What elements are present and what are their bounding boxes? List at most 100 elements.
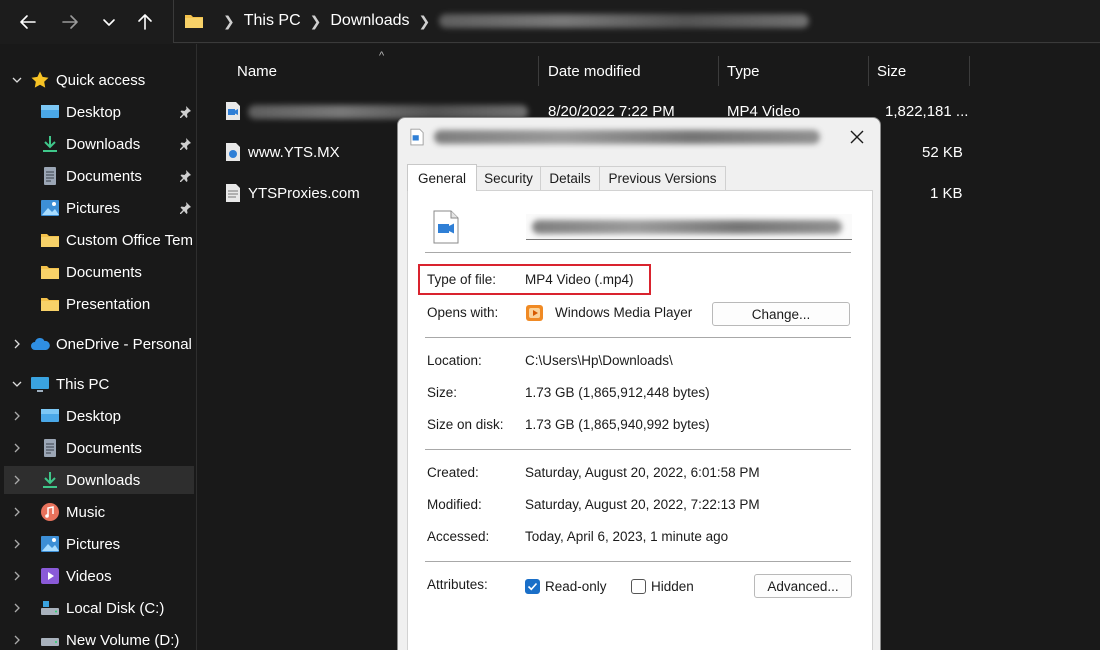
folder-icon — [40, 262, 60, 282]
size-value: 1.73 GB (1,865,912,448 bytes) — [525, 385, 710, 400]
sidebar-item-downloads[interactable]: Downloads — [4, 130, 194, 158]
column-header-name[interactable]: Name — [237, 52, 277, 90]
sidebar-item-onedrive[interactable]: OneDrive - Personal — [4, 330, 194, 358]
sidebar-item-label: Videos — [66, 567, 112, 585]
tab-details[interactable]: Details — [540, 166, 600, 190]
breadcrumb-separator-icon: ❯ — [418, 12, 431, 29]
sidebar-item-local-disk-c[interactable]: Local Disk (C:) — [4, 594, 194, 622]
tab-label: Previous Versions — [608, 171, 717, 186]
column-header-type[interactable]: Type — [727, 52, 760, 90]
breadcrumb-downloads[interactable]: Downloads — [330, 12, 409, 30]
address-bar[interactable]: ❯ This PC ❯ Downloads ❯ — [173, 0, 1100, 43]
sidebar-item-documents-folder[interactable]: Documents — [4, 258, 194, 286]
sidebar-item-this-pc[interactable]: This PC — [4, 370, 194, 398]
sidebar-item-custom-office-templates[interactable]: Custom Office Templates — [4, 226, 194, 254]
video-file-icon — [410, 128, 424, 146]
divider — [425, 449, 851, 450]
column-divider[interactable] — [718, 56, 719, 86]
column-header-date-modified[interactable]: Date modified — [548, 52, 641, 90]
location-label: Location: — [427, 353, 482, 368]
pin-icon[interactable] — [178, 169, 192, 183]
arrow-right-icon — [62, 15, 78, 29]
column-divider[interactable] — [868, 56, 869, 86]
sidebar-item-quick-access[interactable]: Quick access — [4, 66, 194, 94]
column-header-label: Size — [877, 62, 907, 80]
sidebar-item-pictures[interactable]: Pictures — [4, 194, 194, 222]
sidebar-item-label: Presentation — [66, 295, 151, 313]
chevron-down-icon[interactable] — [10, 73, 24, 87]
read-only-checkbox[interactable] — [525, 579, 540, 594]
sidebar-item-documents[interactable]: Documents — [4, 162, 194, 190]
tab-previous-versions[interactable]: Previous Versions — [599, 166, 726, 190]
sidebar-item-label: Downloads — [66, 471, 141, 489]
sidebar-item-label: This PC — [56, 375, 110, 393]
sidebar-item-desktop[interactable]: Desktop — [4, 98, 194, 126]
breadcrumb-this-pc[interactable]: This PC — [244, 12, 301, 30]
sidebar-item-presentation[interactable]: Presentation — [4, 290, 194, 318]
recent-locations-button[interactable] — [95, 8, 123, 36]
button-label: Change... — [751, 306, 811, 322]
chevron-right-icon[interactable] — [10, 537, 24, 551]
column-divider[interactable] — [969, 56, 970, 86]
tab-label: Details — [549, 171, 591, 186]
file-size: 1 KB — [930, 185, 963, 202]
divider — [425, 337, 851, 338]
forward-button[interactable] — [56, 8, 84, 36]
pin-icon[interactable] — [178, 201, 192, 215]
sidebar-item-pc-desktop[interactable]: Desktop — [4, 402, 194, 430]
sidebar-item-pc-pictures[interactable]: Pictures — [4, 530, 194, 558]
location-value: C:\Users\Hp\Downloads\ — [525, 353, 673, 368]
close-button[interactable] — [844, 126, 870, 148]
chevron-right-icon[interactable] — [10, 473, 24, 487]
sidebar-item-pc-music[interactable]: Music — [4, 498, 194, 526]
hidden-label[interactable]: Hidden — [651, 579, 694, 594]
chevron-down-icon[interactable] — [10, 377, 24, 391]
folder-icon — [40, 294, 60, 314]
chevron-right-icon[interactable] — [10, 569, 24, 583]
back-button[interactable] — [14, 8, 42, 36]
file-name-field[interactable] — [526, 214, 852, 240]
sidebar-item-label: Local Disk (C:) — [66, 599, 165, 617]
breadcrumb-separator-icon: ❯ — [223, 12, 235, 29]
pin-icon[interactable] — [178, 105, 192, 119]
column-divider[interactable] — [538, 56, 539, 86]
dialog-title-bar[interactable] — [398, 118, 880, 156]
desktop-icon — [40, 406, 60, 426]
navigation-pane: Quick access Desktop Downloads Documents… — [0, 44, 197, 650]
arrow-up-icon — [138, 14, 152, 30]
sidebar-item-label: Documents — [66, 263, 142, 281]
read-only-label[interactable]: Read-only — [545, 579, 607, 594]
chevron-right-icon[interactable] — [10, 337, 24, 351]
tab-security[interactable]: Security — [476, 166, 541, 190]
chevron-right-icon[interactable] — [10, 441, 24, 455]
tab-general[interactable]: General — [407, 164, 477, 191]
type-of-file-value: MP4 Video (.mp4) — [525, 272, 634, 287]
sidebar-item-pc-downloads[interactable]: Downloads — [4, 466, 194, 494]
sidebar-item-label: OneDrive - Personal — [56, 335, 192, 353]
general-tab-panel: Type of file: MP4 Video (.mp4) Opens wit… — [407, 190, 873, 650]
advanced-button[interactable]: Advanced... — [754, 574, 852, 598]
column-header-size[interactable]: Size — [877, 52, 906, 90]
sidebar-item-label: Downloads — [66, 135, 141, 153]
chevron-right-icon[interactable] — [10, 505, 24, 519]
sidebar-item-label: Pictures — [66, 535, 121, 553]
pin-icon[interactable] — [178, 137, 192, 151]
attributes-label: Attributes: — [427, 577, 488, 592]
chevron-right-icon[interactable] — [10, 409, 24, 423]
chevron-right-icon[interactable] — [10, 633, 24, 647]
cloud-icon — [30, 334, 50, 354]
button-label: Advanced... — [767, 578, 839, 594]
sidebar-item-label: Desktop — [66, 103, 122, 121]
sidebar-item-pc-documents[interactable]: Documents — [4, 434, 194, 462]
sidebar-item-new-volume-d[interactable]: New Volume (D:) — [4, 626, 194, 650]
sidebar-item-label: Pictures — [66, 199, 121, 217]
up-button[interactable] — [131, 8, 159, 36]
sidebar-item-pc-videos[interactable]: Videos — [4, 562, 194, 590]
hidden-checkbox[interactable] — [631, 579, 646, 594]
sidebar-item-label: Desktop — [66, 407, 122, 425]
drive-icon — [40, 630, 60, 650]
accessed-value: Today, April 6, 2023, 1 minute ago — [525, 529, 729, 544]
chevron-right-icon[interactable] — [10, 601, 24, 615]
change-button[interactable]: Change... — [712, 302, 850, 326]
chevron-down-icon — [103, 19, 115, 26]
